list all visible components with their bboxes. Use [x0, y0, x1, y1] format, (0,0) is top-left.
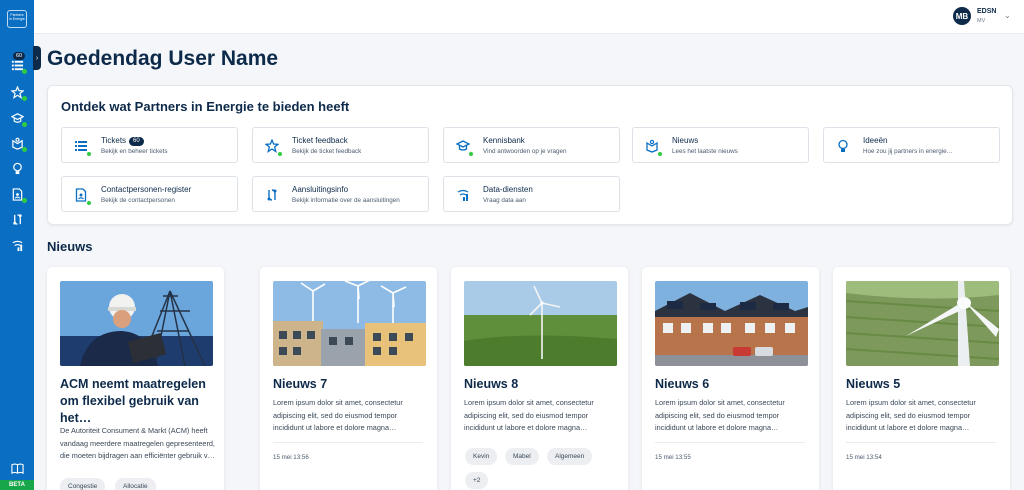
sidebar-item-kennisbank[interactable] [10, 111, 27, 127]
status-dot [277, 151, 283, 157]
sidebar-item-ideeen[interactable] [10, 161, 24, 175]
connection-icon [265, 188, 279, 202]
tile-subtitle: Bekijk informatie over de aansluitingen [292, 197, 400, 204]
user-role: MV [977, 18, 986, 24]
tile-subtitle: Vraag data aan [483, 197, 526, 204]
sidebar-item-nieuws[interactable] [10, 136, 27, 152]
tag-chip[interactable]: Congestie [60, 478, 106, 490]
sidebar-item-tickets[interactable] [10, 58, 27, 74]
sidebar-item-contactpersonen[interactable] [10, 187, 27, 203]
news-card-excerpt: De Autoriteit Consument & Markt (ACM) he… [60, 426, 215, 460]
tile-subtitle: Bekijk de ticket feedback [292, 148, 362, 155]
news-card-excerpt: Lorem ipsum dolor sit amet, consectetur … [655, 398, 785, 432]
tile-title: Nieuws [672, 136, 699, 145]
tile-nieuws[interactable]: Nieuws Lees het laatste nieuws [632, 127, 809, 163]
news-image-engineer [60, 281, 213, 366]
user-organization[interactable]: EDSN [977, 8, 996, 15]
news-heading: Nieuws [47, 239, 93, 254]
sidebar-item-aansluitingsinfo[interactable] [10, 212, 24, 226]
sidebar-collapse-toggle[interactable]: › [33, 46, 41, 70]
tickets-count-badge: 60 [13, 52, 26, 60]
tile-subtitle: Vind antwoorden op je vragen [483, 148, 567, 155]
sidebar-item-handleiding[interactable] [10, 461, 24, 475]
tile-ticket-feedback[interactable]: Ticket feedback Bekijk de ticket feedbac… [252, 127, 429, 163]
news-card-title: Nieuws 8 [464, 377, 519, 391]
lightbulb-icon [836, 139, 850, 153]
chevron-down-icon[interactable]: ⌄ [1004, 11, 1011, 20]
news-card-timestamp: 15 mei 13:54 [846, 454, 882, 461]
logo-text: Partners in Energie [9, 13, 25, 21]
discover-panel: Ontdek wat Partners in Energie te bieden… [47, 85, 1013, 225]
book-icon [10, 463, 24, 474]
tile-subtitle: Bekijk en beheer tickets [101, 148, 168, 155]
sidebar-item-ticket-feedback[interactable] [10, 85, 27, 101]
status-dot [22, 96, 27, 101]
news-card[interactable]: Nieuws 8 Lorem ipsum dolor sit amet, con… [451, 267, 628, 490]
tile-title: Ideeën [863, 136, 888, 145]
tile-ideeen[interactable]: Ideeën Hoe zou jij partners in energie… [823, 127, 1000, 163]
tile-aansluitingsinfo[interactable]: Aansluitingsinfo Bekijk informatie over … [252, 176, 429, 212]
news-card[interactable]: ACM neemt maatregelen om flexibel gebrui… [47, 267, 224, 490]
tag-chip[interactable]: Allocatie [115, 478, 156, 490]
status-dot [86, 151, 92, 157]
tag-chip[interactable]: Kevin [465, 448, 498, 465]
tag-chip[interactable]: Algemeen [547, 448, 593, 465]
page-title: Goedendag User Name [47, 47, 279, 70]
status-dot [22, 147, 27, 152]
divider [655, 442, 805, 443]
tile-contactpersonen-register[interactable]: Contactpersonen-register Bekijk de conta… [61, 176, 238, 212]
discover-title: Ontdek wat Partners in Energie te bieden… [61, 99, 350, 114]
beta-badge: BETA [0, 480, 34, 490]
tile-title: Kennisbank [483, 136, 525, 145]
sidebar-item-data-diensten[interactable] [10, 238, 24, 252]
tile-title: Tickets 60 [101, 136, 144, 146]
chevron-right-icon: › [35, 54, 39, 62]
tile-tickets[interactable]: Tickets 60 Bekijk en beheer tickets [61, 127, 238, 163]
divider [273, 442, 423, 443]
news-card-timestamp: 15 mei 13:55 [655, 454, 691, 461]
news-card[interactable]: Nieuws 5 Lorem ipsum dolor sit amet, con… [833, 267, 1010, 490]
tile-kennisbank[interactable]: Kennisbank Vind antwoorden op je vragen [443, 127, 620, 163]
divider [846, 442, 996, 443]
status-dot [22, 69, 27, 74]
tile-data-diensten[interactable]: Data-diensten Vraag data aan [443, 176, 620, 212]
news-card-timestamp: 15 mei 13:56 [273, 454, 309, 461]
tile-title: Data-diensten [483, 185, 533, 194]
app-logo[interactable]: Partners in Energie [7, 10, 27, 28]
news-card[interactable]: Nieuws 6 Lorem ipsum dolor sit amet, con… [642, 267, 819, 490]
news-image-wind-field [464, 281, 617, 366]
news-card-title: Nieuws 6 [655, 377, 710, 391]
connection-icon [12, 213, 22, 225]
tag-chip-more[interactable]: +2 [465, 472, 489, 489]
tickets-count-badge: 60 [129, 137, 144, 146]
data-signal-icon [12, 240, 22, 251]
status-dot [468, 151, 474, 157]
tile-title: Aansluitingsinfo [292, 185, 349, 194]
status-dot [657, 151, 663, 157]
news-card-excerpt: Lorem ipsum dolor sit amet, consectetur … [273, 398, 403, 432]
news-image-turbine-closeup [846, 281, 999, 366]
sidebar: Partners in Energie 60 › BETA [0, 0, 41, 490]
tile-title: Contactpersonen-register [101, 185, 192, 194]
data-signal-icon [456, 188, 470, 202]
tile-subtitle: Bekijk de contactpersonen [101, 197, 175, 204]
news-card[interactable]: Nieuws 7 Lorem ipsum dolor sit amet, con… [260, 267, 437, 490]
lightbulb-icon [12, 162, 22, 174]
status-dot [22, 198, 27, 203]
tile-subtitle: Lees het laatste nieuws [672, 148, 738, 155]
news-card-title: Nieuws 7 [273, 377, 328, 391]
status-dot [22, 122, 27, 127]
top-bar [34, 0, 1024, 34]
news-card-excerpt: Lorem ipsum dolor sit amet, consectetur … [464, 398, 594, 432]
news-card-excerpt: Lorem ipsum dolor sit amet, consectetur … [846, 398, 976, 432]
user-avatar[interactable]: MB [953, 7, 971, 25]
status-dot [86, 200, 92, 206]
tile-subtitle: Hoe zou jij partners in energie… [863, 148, 953, 155]
news-card-title: Nieuws 5 [846, 377, 901, 391]
news-card-title: ACM neemt maatregelen om flexibel gebrui… [60, 377, 206, 425]
tag-chip[interactable]: Mabel [505, 448, 539, 465]
news-image-solar-houses [655, 281, 808, 366]
tile-title: Ticket feedback [292, 136, 348, 145]
news-image-wind-houses [273, 281, 426, 366]
